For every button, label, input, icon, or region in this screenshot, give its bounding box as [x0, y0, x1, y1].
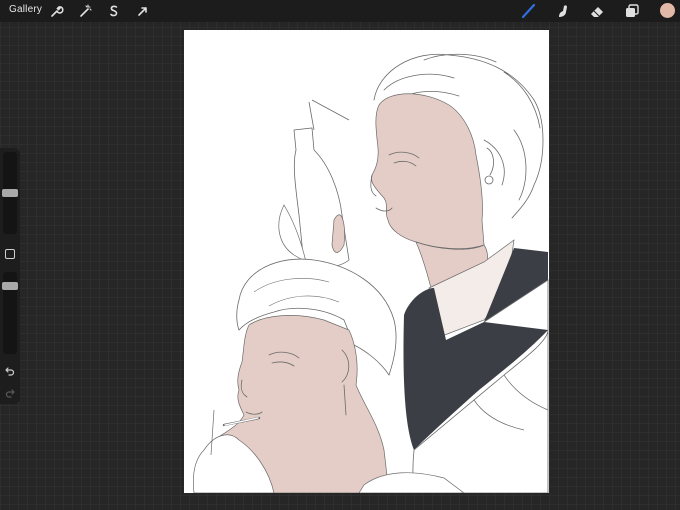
opacity-slider-thumb[interactable] [2, 281, 18, 290]
top-toolbar: Gallery [0, 0, 680, 22]
transform-icon[interactable] [135, 3, 151, 19]
undo-icon[interactable] [5, 366, 15, 376]
artwork [192, 53, 549, 493]
selection-icon[interactable] [106, 3, 122, 19]
gallery-button[interactable]: Gallery [9, 4, 42, 15]
eraser-icon[interactable] [589, 3, 605, 19]
smudge-icon[interactable] [555, 3, 571, 19]
brush-icon[interactable] [521, 3, 537, 19]
magic-wand-icon[interactable] [77, 3, 93, 19]
redo-icon[interactable] [5, 388, 15, 398]
wrench-icon[interactable] [48, 3, 64, 19]
brush-size-slider-thumb[interactable] [2, 189, 18, 197]
layers-icon[interactable] [624, 3, 640, 19]
drawing-canvas[interactable] [184, 30, 549, 493]
left-sidebar [0, 148, 20, 404]
color-picker-swatch[interactable] [660, 3, 675, 18]
modify-square-icon[interactable] [5, 249, 15, 259]
